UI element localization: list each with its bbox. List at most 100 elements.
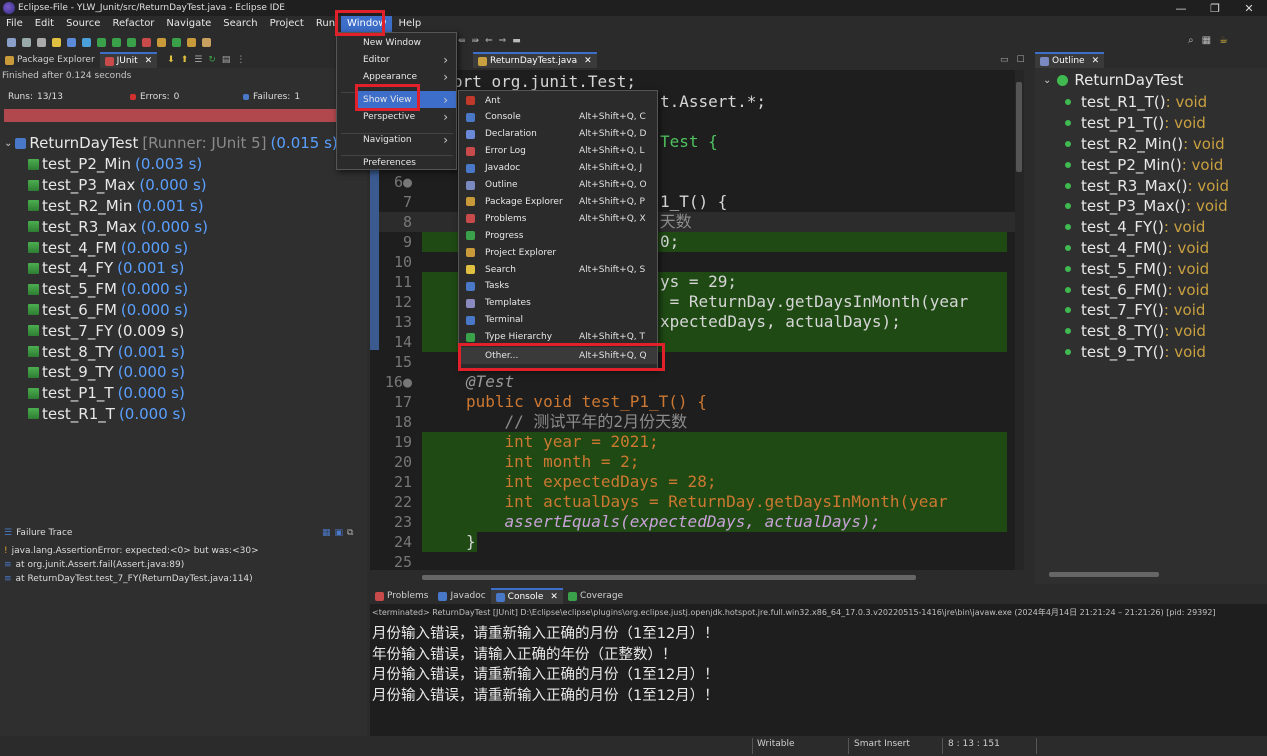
code-line[interactable]: 23 assertEquals(expectedDays, actualDays… (370, 512, 1015, 532)
close-tab-icon[interactable]: ✕ (584, 56, 592, 66)
menu-search[interactable]: Search (217, 16, 263, 32)
menu-project[interactable]: Project (264, 16, 310, 32)
outline-item[interactable]: test_9_TY() : void (1035, 342, 1260, 363)
new-java-project-icon[interactable] (157, 37, 166, 47)
outline-item[interactable]: test_8_TY() : void (1035, 321, 1260, 342)
close-tab-icon[interactable]: ✕ (145, 56, 153, 66)
pin-icon[interactable]: ▬ (512, 36, 521, 46)
outline-item[interactable]: test_R1_T() : void (1035, 92, 1260, 113)
code-line[interactable]: 16● @Test (370, 372, 1015, 392)
show-failures-only-icon[interactable]: ☰ (194, 55, 202, 65)
outline-item[interactable]: test_R2_Min() : void (1035, 134, 1260, 155)
prev-failure-icon[interactable]: ⬆ (181, 55, 189, 65)
menu-edit[interactable]: Edit (29, 16, 60, 32)
tab-package-explorer[interactable]: Package Explorer (0, 52, 100, 68)
outline-item[interactable]: test_6_FM() : void (1035, 279, 1260, 300)
java-perspective-icon[interactable]: ☕ (1219, 35, 1228, 46)
tab-junit[interactable]: JUnit ✕ (99, 52, 158, 68)
copy-trace-icon[interactable]: ⧉ (347, 528, 353, 538)
test-row[interactable]: test_4_FM (0.000 s) (28, 237, 395, 258)
view-item-error-log[interactable]: Error Log Alt+Shift+Q, L (459, 143, 657, 160)
search-icon[interactable]: ⌕ (1188, 35, 1194, 46)
menu-help[interactable]: Help (392, 16, 427, 32)
code-line[interactable]: 19 int year = 2021; (370, 432, 1015, 452)
tab-problems[interactable]: Problems (370, 588, 433, 604)
rerun-icon[interactable]: ↻ (208, 55, 216, 65)
code-line[interactable]: 22 int actualDays = ReturnDay.getDaysInM… (370, 492, 1015, 512)
minimize-view-icon[interactable]: ▭ (1000, 55, 1009, 65)
code-line[interactable]: 18 // 测试平年的2月份天数 (370, 412, 1015, 432)
scroll-thumb[interactable] (1016, 82, 1022, 172)
next-edit-icon[interactable]: ⇒ (499, 36, 507, 46)
coverage-icon[interactable] (127, 37, 136, 47)
code-line[interactable]: 17 public void test_P1_T() { (370, 392, 1015, 412)
outline-item[interactable]: test_P3_Max() : void (1035, 196, 1260, 217)
external-tools-icon[interactable] (142, 37, 151, 47)
junit-root[interactable]: ⌄ ReturnDayTest [Runner: JUnit 5] (0.015… (4, 134, 338, 152)
test-row[interactable]: test_8_TY (0.001 s) (28, 341, 395, 362)
view-item-search[interactable]: Search Alt+Shift+Q, S (459, 261, 657, 278)
code-line[interactable]: ort org.junit.Test; (370, 72, 1015, 92)
view-menu-icon[interactable]: ⋮ (236, 55, 245, 65)
back-icon[interactable]: ⇚ (458, 36, 466, 46)
outline-item[interactable]: test_4_FY() : void (1035, 217, 1260, 238)
view-item-console[interactable]: Console Alt+Shift+Q, C (459, 109, 657, 126)
menu-navigate[interactable]: Navigate (160, 16, 217, 32)
view-item-ant[interactable]: Ant (459, 92, 657, 109)
terminal-icon[interactable] (67, 37, 76, 47)
skip-icon[interactable] (82, 37, 91, 47)
view-item-declaration[interactable]: Declaration Alt+Shift+Q, D (459, 126, 657, 143)
menu-item-editor[interactable]: Editor › (337, 51, 456, 68)
outline-item[interactable]: test_P1_T() : void (1035, 113, 1260, 134)
expand-chevron-icon[interactable]: ⌄ (1043, 75, 1051, 86)
history-icon[interactable]: ▤ (222, 55, 231, 65)
open-perspective-icon[interactable]: ▦ (1202, 35, 1211, 46)
new-class-icon[interactable] (172, 37, 181, 47)
trace-line[interactable]: ≡ at org.junit.Assert.fail(Assert.java:89… (4, 558, 259, 572)
menu-item-preferences[interactable]: Preferences (337, 154, 456, 171)
filter-stack-icon[interactable]: ▦ (322, 528, 331, 538)
view-item-project-explorer[interactable]: Project Explorer (459, 244, 657, 261)
view-item-progress[interactable]: Progress (459, 227, 657, 244)
menu-item-navigation[interactable]: Navigation › (337, 131, 456, 148)
build-icon[interactable] (52, 37, 61, 47)
outline-item[interactable]: test_4_FM() : void (1035, 238, 1260, 259)
tab-returndaytest-java[interactable]: ReturnDayTest.java ✕ (473, 52, 597, 68)
new-icon[interactable] (7, 37, 16, 47)
forward-icon[interactable]: ⇛ (472, 36, 480, 46)
code-line[interactable]: 24} (370, 532, 1015, 552)
test-row[interactable]: test_R1_T (0.000 s) (28, 404, 395, 425)
next-failure-icon[interactable]: ⬇ (167, 55, 175, 65)
test-row[interactable]: test_6_FM (0.000 s) (28, 300, 395, 321)
menu-item-new-window[interactable]: New Window (337, 34, 456, 51)
code-line[interactable]: 25 (370, 552, 1015, 570)
menu-item-appearance[interactable]: Appearance › (337, 68, 456, 85)
view-item-terminal[interactable]: Terminal (459, 312, 657, 329)
close-tab-icon[interactable]: ✕ (1092, 56, 1100, 66)
tab-coverage[interactable]: Coverage (563, 588, 628, 604)
view-item-package-explorer[interactable]: Package Explorer Alt+Shift+Q, P (459, 193, 657, 210)
outline-item[interactable]: test_5_FM() : void (1035, 258, 1260, 279)
test-row[interactable]: test_7_FY (0.009 s) (28, 320, 395, 341)
minimize-button[interactable]: — (1164, 0, 1198, 16)
trace-line[interactable]: ! java.lang.AssertionError: expected:<0> … (4, 544, 259, 558)
menu-refactor[interactable]: Refactor (106, 16, 160, 32)
editor-scrollbar[interactable] (1015, 70, 1024, 570)
code-line[interactable]: 21 int expectedDays = 28; (370, 472, 1015, 492)
trace-line[interactable]: ≡ at ReturnDayTest.test_7_FY(ReturnDayTes… (4, 572, 259, 586)
test-row[interactable]: test_4_FY (0.001 s) (28, 258, 395, 279)
close-tab-icon[interactable]: ✕ (550, 592, 558, 602)
open-type-icon[interactable] (187, 37, 196, 47)
menu-file[interactable]: File (0, 16, 29, 32)
outline-item[interactable]: test_P2_Min() : void (1035, 154, 1260, 175)
tab-outline[interactable]: Outline ✕ (1035, 52, 1105, 68)
view-item-templates[interactable]: Templates (459, 295, 657, 312)
test-row[interactable]: test_R2_Min (0.001 s) (28, 196, 395, 217)
debug-icon[interactable] (97, 37, 106, 47)
view-item-javadoc[interactable]: Javadoc Alt+Shift+Q, J (459, 160, 657, 177)
maximize-view-icon[interactable]: ☐ (1017, 55, 1025, 65)
outline-root[interactable]: ⌄ ReturnDayTest (1043, 71, 1183, 89)
test-row[interactable]: test_P1_T (0.000 s) (28, 383, 395, 404)
outline-item[interactable]: test_R3_Max() : void (1035, 175, 1260, 196)
expand-chevron-icon[interactable]: ⌄ (4, 138, 12, 149)
